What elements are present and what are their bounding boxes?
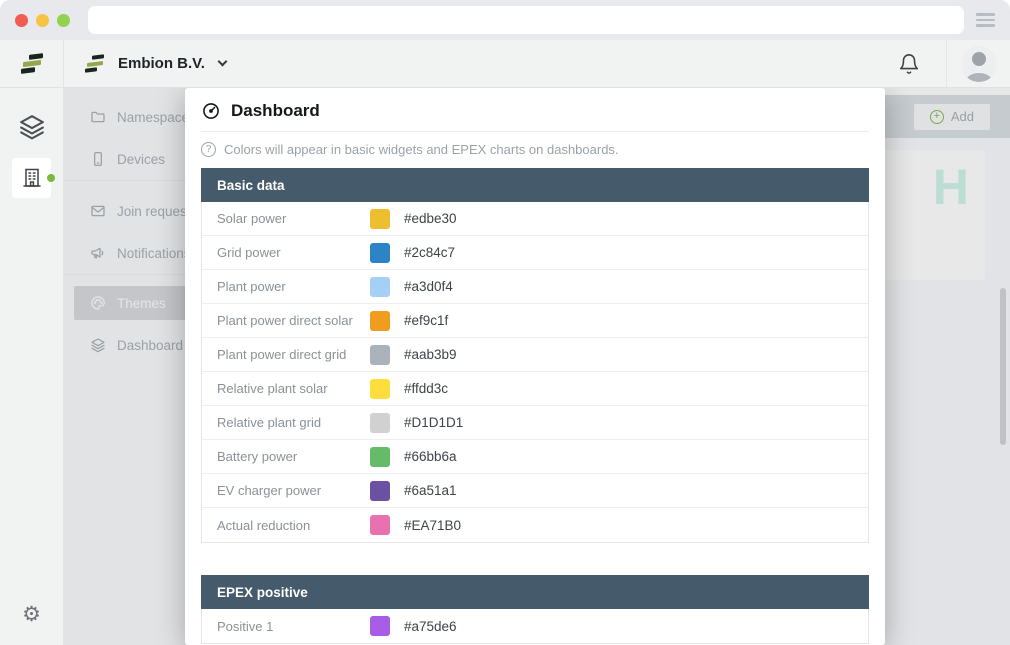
help-circle-icon: ? bbox=[201, 142, 216, 157]
color-swatch[interactable] bbox=[370, 515, 390, 535]
namespaces-layers-icon[interactable] bbox=[19, 114, 45, 140]
color-hex-value: #66bb6a bbox=[404, 449, 457, 464]
color-row-label: Actual reduction bbox=[217, 518, 370, 533]
chevron-down-icon bbox=[218, 57, 228, 67]
notifications-bell-icon[interactable] bbox=[898, 53, 920, 75]
modal-title: Dashboard bbox=[231, 101, 320, 121]
topbar-right bbox=[898, 40, 1010, 87]
color-row-label: Grid power bbox=[217, 245, 370, 260]
color-hex-value: #D1D1D1 bbox=[404, 415, 463, 430]
color-hex-value: #2c84c7 bbox=[404, 245, 455, 260]
color-hex-value: #a75de6 bbox=[404, 619, 457, 634]
color-row-label: Solar power bbox=[217, 211, 370, 226]
color-row-label: Plant power direct grid bbox=[217, 347, 370, 362]
color-row[interactable]: Plant power direct grid #aab3b9 bbox=[202, 338, 868, 372]
color-row-label: Plant power bbox=[217, 279, 370, 294]
active-org-building-icon[interactable] bbox=[12, 158, 51, 198]
body-row: ⚙ NamespacesDevicesJoin requestsNotifica… bbox=[0, 88, 1010, 645]
color-row[interactable]: Positive 1 #a75de6 bbox=[202, 609, 868, 643]
section-header: EPEX positive bbox=[201, 575, 869, 609]
org-status-dot bbox=[47, 174, 55, 182]
section-header: Basic data bbox=[201, 168, 869, 202]
color-row-label: Relative plant grid bbox=[217, 415, 370, 430]
color-row[interactable]: Relative plant grid #D1D1D1 bbox=[202, 406, 868, 440]
rail-logo-cell bbox=[0, 40, 64, 87]
color-hex-value: #ffdd3c bbox=[404, 381, 448, 396]
topbar: Embion B.V. bbox=[64, 40, 1010, 87]
color-swatch[interactable] bbox=[370, 345, 390, 365]
dashboard-gauge-icon bbox=[201, 101, 221, 121]
color-hex-value: #6a51a1 bbox=[404, 483, 457, 498]
browser-window: Embion B.V. bbox=[0, 0, 1010, 645]
color-hex-value: #EA71B0 bbox=[404, 518, 461, 533]
color-table: Solar power #edbe30 Grid power #2c84c7 Plant… bbox=[201, 202, 869, 543]
settings-gear-icon[interactable]: ⚙ bbox=[22, 604, 41, 625]
color-sections: Basic data Solar power #edbe30 Grid power #2… bbox=[201, 168, 869, 644]
modal-header: Dashboard bbox=[201, 94, 869, 131]
org-switcher[interactable]: Embion B.V. bbox=[84, 55, 226, 72]
window-controls bbox=[15, 14, 70, 27]
workspace: NamespacesDevicesJoin requestsNotificati… bbox=[64, 88, 1010, 645]
color-section: EPEX positive Positive 1 #a75de6 bbox=[201, 575, 869, 644]
color-row-label: EV charger power bbox=[217, 483, 370, 498]
color-row-label: Plant power direct solar bbox=[217, 313, 370, 328]
maximize-window-button[interactable] bbox=[57, 14, 70, 27]
color-swatch[interactable] bbox=[370, 481, 390, 501]
color-swatch[interactable] bbox=[370, 277, 390, 297]
color-hex-value: #a3d0f4 bbox=[404, 279, 453, 294]
theme-colors-modal: Dashboard ? Colors will appear in basic … bbox=[185, 88, 885, 645]
embion-logo-small-icon bbox=[84, 55, 106, 72]
color-swatch[interactable] bbox=[370, 447, 390, 467]
color-row-label: Battery power bbox=[217, 449, 370, 464]
browser-chrome bbox=[0, 0, 1010, 40]
color-hex-value: #ef9c1f bbox=[404, 313, 448, 328]
org-name: Embion B.V. bbox=[118, 55, 205, 72]
color-swatch[interactable] bbox=[370, 379, 390, 399]
color-row[interactable]: Relative plant solar #ffdd3c bbox=[202, 372, 868, 406]
color-row-label: Positive 1 bbox=[217, 619, 370, 634]
color-hex-value: #aab3b9 bbox=[404, 347, 457, 362]
color-row[interactable]: Grid power #2c84c7 bbox=[202, 236, 868, 270]
color-row[interactable]: EV charger power #6a51a1 bbox=[202, 474, 868, 508]
browser-menu-icon[interactable] bbox=[976, 13, 995, 27]
color-hex-value: #edbe30 bbox=[404, 211, 457, 226]
app: Embion B.V. bbox=[0, 40, 1010, 645]
avatar-cell bbox=[946, 40, 1010, 87]
color-swatch[interactable] bbox=[370, 243, 390, 263]
color-row[interactable]: Plant power #a3d0f4 bbox=[202, 270, 868, 304]
user-avatar[interactable] bbox=[961, 46, 997, 82]
color-swatch[interactable] bbox=[370, 311, 390, 331]
close-window-button[interactable] bbox=[15, 14, 28, 27]
address-bar[interactable] bbox=[88, 6, 964, 34]
minimize-window-button[interactable] bbox=[36, 14, 49, 27]
color-swatch[interactable] bbox=[370, 413, 390, 433]
color-swatch[interactable] bbox=[370, 616, 390, 636]
app-topbar: Embion B.V. bbox=[0, 40, 1010, 88]
color-table: Positive 1 #a75de6 bbox=[201, 609, 869, 644]
avatar-body bbox=[966, 73, 992, 82]
color-swatch[interactable] bbox=[370, 209, 390, 229]
modal-info-text: Colors will appear in basic widgets and … bbox=[224, 142, 619, 157]
icon-rail: ⚙ bbox=[0, 88, 64, 645]
color-row-label: Relative plant solar bbox=[217, 381, 370, 396]
color-section: Basic data Solar power #edbe30 Grid power #2… bbox=[201, 168, 869, 543]
avatar-head bbox=[972, 52, 986, 66]
embion-logo-icon bbox=[19, 54, 45, 73]
color-row[interactable]: Actual reduction #EA71B0 bbox=[202, 508, 868, 542]
modal-info: ? Colors will appear in basic widgets an… bbox=[201, 132, 869, 168]
color-row[interactable]: Battery power #66bb6a bbox=[202, 440, 868, 474]
color-row[interactable]: Plant power direct solar #ef9c1f bbox=[202, 304, 868, 338]
color-row[interactable]: Solar power #edbe30 bbox=[202, 202, 868, 236]
